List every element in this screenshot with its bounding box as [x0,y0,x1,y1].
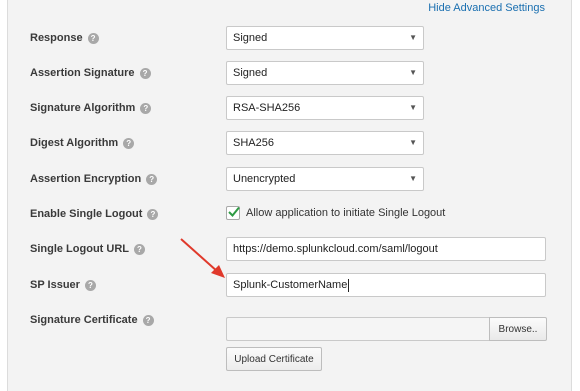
response-select[interactable]: Signed ▼ [226,26,424,50]
single-logout-checkbox[interactable] [226,206,240,220]
assertion-signature-row: Assertion Signature ? Signed ▼ [8,61,571,87]
caret-down-icon: ▼ [409,33,417,42]
single-logout-url-label-group: Single Logout URL ? [30,243,145,255]
question-mark-icon[interactable]: ? [139,67,151,79]
response-select-value: Signed [233,32,268,44]
checkmark-icon [228,206,240,217]
advanced-settings-panel: Hide Advanced Settings Response ? Signed… [7,0,572,391]
question-mark-icon[interactable]: ? [147,208,159,220]
assertion-signature-label: Assertion Signature [30,67,135,79]
sp-issuer-label-group: SP Issuer ? [30,279,96,291]
sp-issuer-input[interactable]: Splunk-CustomerName [226,273,546,297]
enable-single-logout-label: Enable Single Logout [30,208,143,220]
enable-single-logout-row: Enable Single Logout ? Allow application… [8,202,571,228]
sp-issuer-row: SP Issuer ? Splunk-CustomerName [8,273,571,299]
digest-algorithm-select-value: SHA256 [233,137,274,149]
question-mark-icon[interactable]: ? [133,243,145,255]
assertion-encryption-select[interactable]: Unencrypted ▼ [226,167,424,191]
signature-certificate-row: Signature Certificate ? Browse.. [8,310,571,341]
response-label-group: Response ? [30,32,99,44]
caret-down-icon: ▼ [409,103,417,112]
response-row: Response ? Signed ▼ [8,26,571,52]
assertion-encryption-label-group: Assertion Encryption ? [30,173,158,185]
text-cursor [348,278,350,292]
digest-algorithm-row: Digest Algorithm ? SHA256 ▼ [8,131,571,157]
question-mark-icon[interactable]: ? [140,102,152,114]
sp-issuer-value: Splunk-CustomerName [233,279,348,291]
red-arrow-icon [180,238,225,278]
digest-algorithm-label-group: Digest Algorithm ? [30,137,135,149]
signature-algorithm-row: Signature Algorithm ? RSA-SHA256 ▼ [8,96,571,122]
hide-advanced-settings-link[interactable]: Hide Advanced Settings [428,2,545,14]
digest-algorithm-select[interactable]: SHA256 ▼ [226,131,424,155]
browse-button[interactable]: Browse.. [489,317,547,341]
signature-certificate-label-group: Signature Certificate ? [30,314,154,326]
assertion-signature-select[interactable]: Signed ▼ [226,61,424,85]
question-mark-icon[interactable]: ? [87,32,99,44]
caret-down-icon: ▼ [409,138,417,147]
signature-algorithm-label-group: Signature Algorithm ? [30,102,152,114]
single-logout-checkbox-label[interactable]: Allow application to initiate Single Log… [246,207,445,219]
single-logout-url-label: Single Logout URL [30,243,129,255]
enable-single-logout-label-group: Enable Single Logout ? [30,208,159,220]
single-logout-url-value: https://demo.splunkcloud.com/saml/logout [233,243,438,255]
signature-algorithm-label: Signature Algorithm [30,102,136,114]
signature-algorithm-select-value: RSA-SHA256 [233,102,301,114]
assertion-signature-label-group: Assertion Signature ? [30,67,151,79]
assertion-encryption-label: Assertion Encryption [30,173,142,185]
single-logout-checkbox-group[interactable]: Allow application to initiate Single Log… [226,206,445,220]
certificate-file-path[interactable] [226,317,489,341]
response-label: Response [30,32,83,44]
signature-algorithm-select[interactable]: RSA-SHA256 ▼ [226,96,424,120]
caret-down-icon: ▼ [409,174,417,183]
single-logout-url-input[interactable]: https://demo.splunkcloud.com/saml/logout [226,237,546,261]
question-mark-icon[interactable]: ? [142,314,154,326]
sp-issuer-label: SP Issuer [30,279,80,291]
question-mark-icon[interactable]: ? [123,137,135,149]
assertion-encryption-row: Assertion Encryption ? Unencrypted ▼ [8,167,571,193]
question-mark-icon[interactable]: ? [84,279,96,291]
signature-certificate-label: Signature Certificate [30,314,138,326]
assertion-signature-select-value: Signed [233,67,268,79]
question-mark-icon[interactable]: ? [146,173,158,185]
caret-down-icon: ▼ [409,68,417,77]
upload-certificate-button[interactable]: Upload Certificate [226,347,322,371]
digest-algorithm-label: Digest Algorithm [30,137,119,149]
assertion-encryption-select-value: Unencrypted [233,173,296,185]
single-logout-url-row: Single Logout URL ? https://demo.splunkc… [8,237,571,263]
